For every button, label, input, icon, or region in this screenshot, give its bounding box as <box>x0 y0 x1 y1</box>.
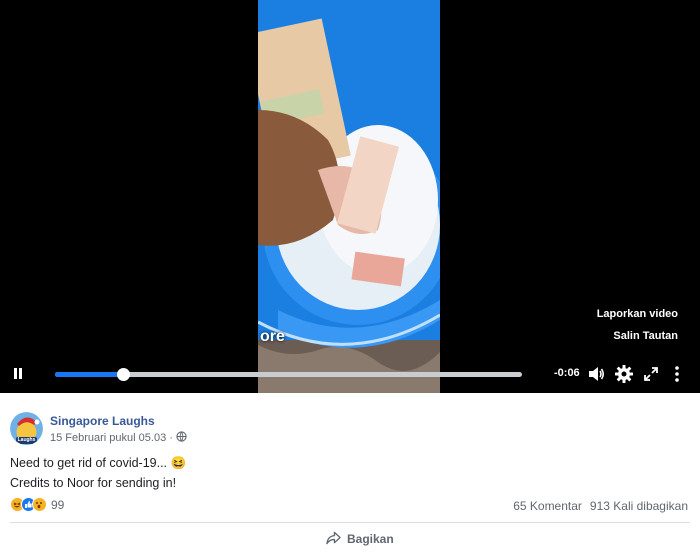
wow-reaction-icon <box>32 497 47 512</box>
video-player[interactable]: ore Laporkan video Salin Tautan -0:06 <box>0 0 700 393</box>
action-divider <box>10 522 690 523</box>
share-button[interactable]: Bagikan <box>326 528 394 550</box>
post-timestamp[interactable]: 15 Februari pukul 05.03 · <box>50 432 173 444</box>
more-options-icon[interactable] <box>667 364 687 384</box>
post-stats: 65 Komentar 913 Kali dibagikan <box>513 499 688 513</box>
avatar-logo-text: Laughs <box>17 437 36 443</box>
post-meta: 15 Februari pukul 05.03 · <box>50 431 187 445</box>
progress-bar[interactable] <box>55 368 522 381</box>
video-content-image <box>258 0 440 393</box>
video-frame[interactable]: ore <box>258 0 440 393</box>
settings-gear-icon[interactable] <box>614 364 634 384</box>
shares-count[interactable]: 913 Kali dibagikan <box>590 499 688 513</box>
fullscreen-icon[interactable] <box>641 364 661 384</box>
reactions-summary[interactable]: 99 <box>10 497 64 512</box>
share-arrow-icon <box>326 531 341 548</box>
reaction-count[interactable]: 99 <box>51 498 64 512</box>
globe-icon <box>176 431 187 445</box>
post-text-line: Need to get rid of covid-19... 😆 <box>10 456 187 470</box>
pause-icon-bar <box>19 368 22 379</box>
copy-link-item[interactable]: Salin Tautan <box>597 328 678 344</box>
page-avatar[interactable]: Laughs <box>10 412 43 445</box>
volume-icon[interactable] <box>586 364 606 384</box>
pause-icon-bar <box>14 368 17 379</box>
video-context-menu: Laporkan video Salin Tautan <box>597 306 678 344</box>
pause-button[interactable] <box>10 365 26 383</box>
post-card: Laughs Singapore Laughs 15 Februari puku… <box>0 402 700 556</box>
page-name-link[interactable]: Singapore Laughs <box>50 414 155 428</box>
post-text-line: Credits to Noor for sending in! <box>10 476 177 490</box>
video-overlay-caption: ore <box>260 328 285 345</box>
post-body: Need to get rid of covid-19... 😆 Credits… <box>10 453 186 493</box>
video-controls: -0:06 <box>0 358 700 390</box>
report-video-link[interactable]: Laporkan video <box>597 306 678 322</box>
comments-count[interactable]: 65 Komentar <box>513 499 582 513</box>
share-label: Bagikan <box>347 532 394 546</box>
progress-scrubber[interactable] <box>117 368 131 381</box>
time-remaining: -0:06 <box>554 367 580 379</box>
progress-fill <box>55 372 124 377</box>
